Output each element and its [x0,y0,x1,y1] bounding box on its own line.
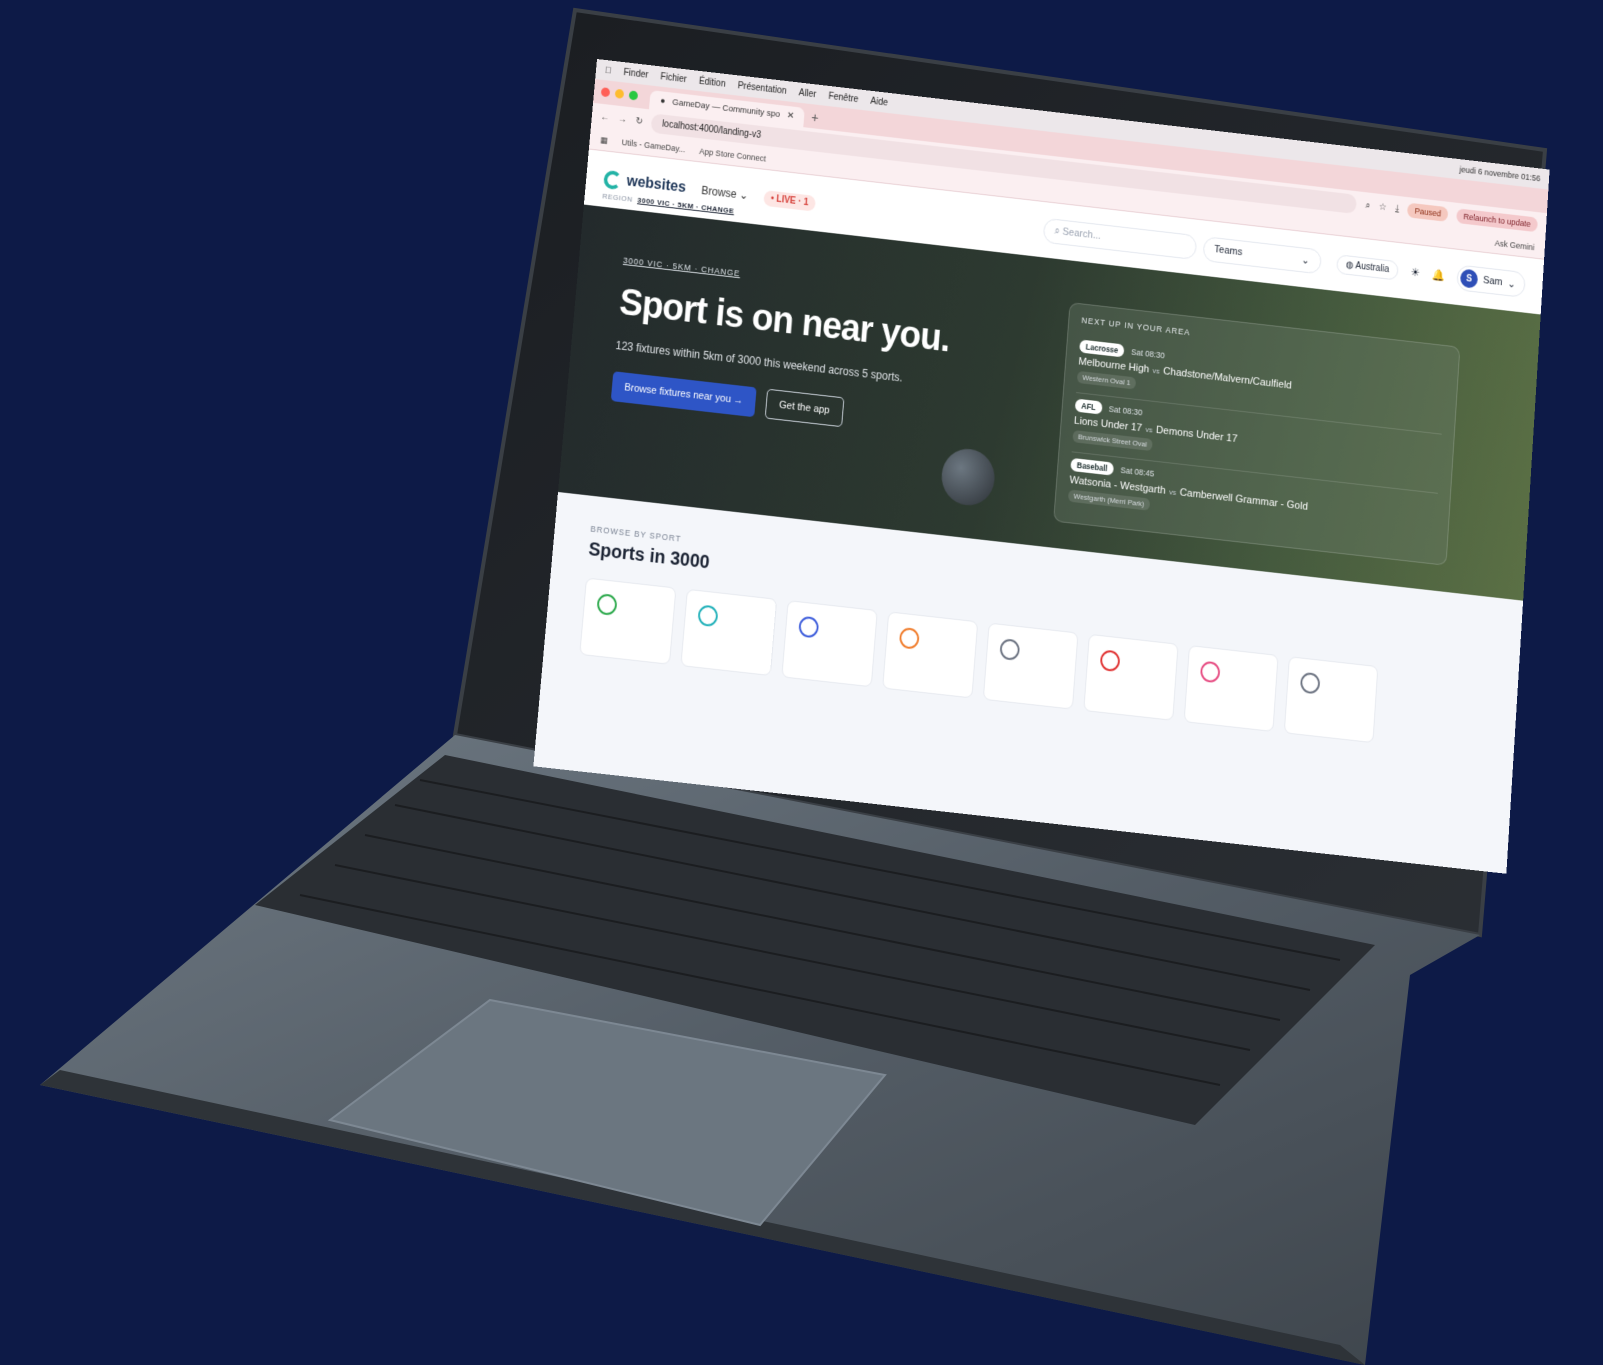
chevron-down-icon: ⌄ [1507,277,1516,290]
profile-paused-button[interactable]: Paused [1407,203,1448,222]
fixture-venue: Western Oval 1 [1077,371,1136,390]
header-tools: ◍ Australia ☀ 🔔 S Sam ⌄ [1336,251,1526,298]
fixture-time: Sat 08:45 [1120,465,1154,478]
menu-aide[interactable]: Aide [870,96,888,108]
fixture-time: Sat 08:30 [1108,404,1142,417]
football-icon [1100,649,1121,672]
menu-fichier[interactable]: Fichier [660,71,687,84]
minimize-window-button[interactable] [615,89,625,99]
browse-fixtures-button[interactable]: Browse fixtures near you → [611,371,757,417]
hero-ball-image [940,446,997,508]
scene:  Finder Fichier Édition Présentation Al… [0,0,1603,1365]
softball-icon [1300,672,1321,695]
baseball-icon [999,638,1020,661]
soccer-icon [596,593,617,616]
bookmark-app-store-connect[interactable]: App Store Connect [699,147,766,164]
sport-card[interactable] [882,611,978,698]
sport-card[interactable] [983,623,1079,710]
download-icon[interactable]: ⤓ [1395,203,1399,213]
close-tab-icon[interactable]: ✕ [787,111,795,122]
sport-card[interactable] [680,589,777,676]
user-menu[interactable]: S Sam ⌄ [1456,264,1526,297]
bookmark-utils[interactable]: Utils - GameDay... [621,138,685,155]
rugby-icon [1200,661,1221,684]
browse-menu[interactable]: Browse ⌄ [701,184,749,202]
sport-card[interactable] [1284,656,1379,743]
notifications-bell-icon[interactable]: 🔔 [1432,268,1446,282]
fixture-time: Sat 08:30 [1131,347,1165,360]
screen:  Finder Fichier Édition Présentation Al… [533,59,1549,874]
avatar: S [1460,269,1478,289]
teams-dropdown[interactable]: Teams ⌄ [1202,236,1322,274]
country-selector[interactable]: ◍ Australia [1336,254,1399,280]
volleyball-icon [798,616,819,639]
tab-favicon-icon: ● [660,96,666,107]
user-name: Sam [1483,275,1503,288]
menu-edition[interactable]: Édition [698,76,726,89]
sport-card[interactable] [781,600,877,687]
zoom-icon[interactable]: ⌕ [1365,200,1371,211]
basketball-icon [899,627,920,650]
sport-badge: AFL [1075,399,1103,415]
new-tab-button[interactable]: + [810,110,819,129]
logo-icon [603,170,622,190]
zoom-window-button[interactable] [629,90,639,100]
menu-presentation[interactable]: Présentation [737,80,787,96]
sport-card[interactable] [579,578,676,665]
theme-toggle-icon[interactable]: ☀ [1410,266,1420,280]
apple-icon[interactable]:  [604,65,611,76]
back-icon[interactable]: ← [600,112,610,123]
chevron-down-icon: ⌄ [1301,253,1310,266]
sport-card[interactable] [1083,634,1178,721]
menu-finder[interactable]: Finder [623,67,649,80]
fixture-venue: Brunswick Street Oval [1072,430,1152,451]
reload-icon[interactable]: ↻ [635,116,643,127]
sport-badge: Lacrosse [1079,339,1125,357]
globe-icon: ◍ [1346,259,1354,270]
search-input[interactable]: ⌕ Search... [1042,217,1197,259]
window-controls [600,80,639,108]
sport-badge: Baseball [1070,458,1114,476]
sport-card[interactable] [1184,645,1279,732]
menu-fenetre[interactable]: Fenêtre [828,91,859,104]
netball-icon [697,604,718,627]
relaunch-button[interactable]: Relaunch to update [1456,208,1538,232]
laptop-screen-area:  Finder Fichier Édition Présentation Al… [465,15,1585,915]
menu-aller[interactable]: Aller [798,88,816,100]
next-up-panel: NEXT UP IN YOUR AREA Lacrosse Sat 08:30 M… [1053,302,1460,566]
get-app-button[interactable]: Get the app [765,389,844,427]
apps-grid-icon[interactable]: ▦ [600,135,608,146]
hero-location-link[interactable]: 3000 VIC · 5KM · CHANGE [623,256,741,279]
bookmark-star-icon[interactable]: ☆ [1379,202,1387,213]
fixture-venue: Westgarth (Merri Park) [1068,489,1150,510]
ask-gemini-button[interactable]: Ask Gemini [1494,238,1534,252]
logo-text: websites [626,173,687,196]
live-badge[interactable]: • LIVE · 1 [763,190,816,212]
close-window-button[interactable] [601,87,611,97]
forward-icon[interactable]: → [618,114,628,125]
